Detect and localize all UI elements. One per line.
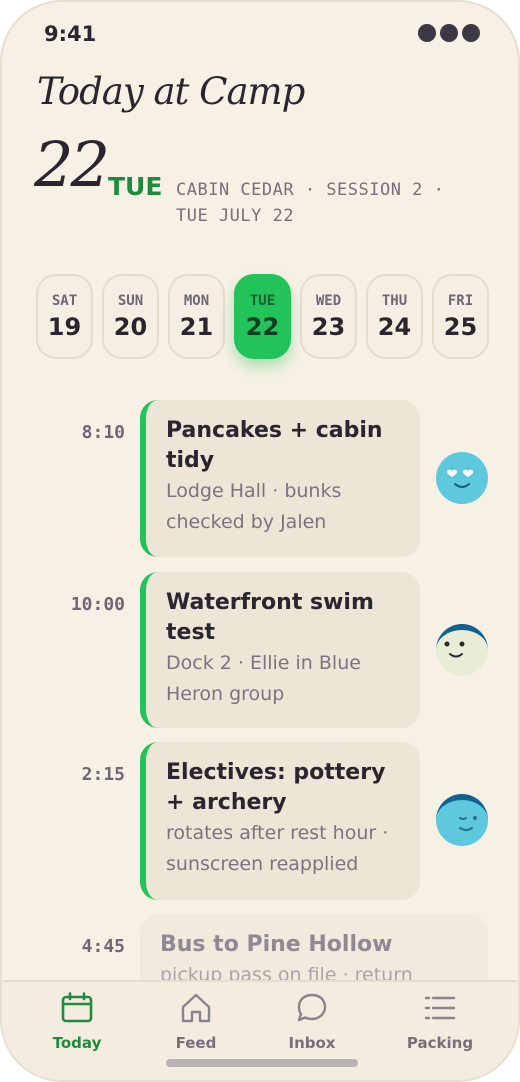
event-title: Pancakes + cabin tidy — [166, 418, 383, 473]
event-detail: Lodge Hall · bunks checked by Jalen — [166, 480, 342, 533]
smiling-face-with-hat-icon[interactable] — [436, 624, 488, 676]
day-number: 22 — [245, 312, 280, 341]
day-pill-tue-selected[interactable]: TUE 22 — [234, 274, 291, 359]
chat-bubble-icon — [297, 993, 327, 1022]
home-indicator[interactable] — [166, 1059, 358, 1067]
tab-label: Feed — [175, 1034, 217, 1052]
event-card-swim-test[interactable]: Waterfront swim test Dock 2 · Ellie in B… — [140, 572, 420, 728]
event-title: Electives: pottery + archery — [166, 760, 386, 815]
day-pill-sun[interactable]: SUN 20 — [102, 274, 159, 359]
tab-inbox[interactable]: Inbox — [262, 992, 362, 1052]
event-time: 10:00 — [70, 594, 125, 615]
day-name: FRI — [447, 292, 474, 309]
tab-label: Packing — [406, 1034, 474, 1052]
event-card-electives[interactable]: Electives: pottery + archery rotates aft… — [140, 742, 420, 900]
event-time: 4:45 — [81, 936, 125, 957]
list-icon — [424, 996, 456, 1020]
tab-label: Inbox — [288, 1034, 336, 1052]
cabin-session-info: CABIN CEDAR · SESSION 2 · TUE JULY 22 — [176, 180, 445, 226]
phone-screen: 9:41 Today at Camp 22 TUE CABIN CEDAR · … — [0, 0, 520, 1082]
tab-packing[interactable]: Packing — [390, 992, 490, 1052]
day-pill-thu[interactable]: THU 24 — [366, 274, 423, 359]
day-pill-fri[interactable]: FRI 25 — [432, 274, 489, 359]
heart-eyes-face-icon[interactable] — [436, 452, 488, 504]
day-name: TUE — [249, 292, 276, 309]
event-detail: Dock 2 · Ellie in Blue Heron group — [166, 652, 361, 705]
home-icon — [181, 993, 211, 1023]
calendar-icon — [61, 992, 93, 1023]
tab-today[interactable]: Today — [27, 992, 127, 1052]
status-dot — [462, 24, 480, 42]
day-name: SUN — [117, 292, 144, 309]
day-number: 25 — [443, 312, 478, 341]
day-pill-mon[interactable]: MON 21 — [168, 274, 225, 359]
day-number: 24 — [377, 312, 412, 341]
day-name: WED — [315, 292, 342, 309]
event-card-breakfast[interactable]: Pancakes + cabin tidy Lodge Hall · bunks… — [140, 400, 420, 557]
status-indicators — [418, 24, 480, 42]
tab-label: Today — [52, 1034, 102, 1052]
event-detail: rotates after rest hour · sunscreen reap… — [166, 822, 389, 875]
week-strip: SAT 19 SUN 20 MON 21 TUE 22 WED 23 THU 2… — [36, 274, 489, 359]
tab-feed[interactable]: Feed — [146, 992, 246, 1052]
day-pill-sat[interactable]: SAT 19 — [36, 274, 93, 359]
day-name: THU — [381, 292, 408, 309]
day-of-week: TUE — [108, 172, 163, 201]
day-name: MON — [183, 292, 210, 309]
status-dot — [440, 24, 458, 42]
day-number: 22 — [34, 128, 110, 201]
page-title: Today at Camp — [37, 70, 305, 113]
winking-face-with-hat-icon[interactable] — [436, 794, 488, 846]
event-time: 8:10 — [81, 422, 125, 443]
status-time: 9:41 — [44, 22, 97, 46]
status-dot — [418, 24, 436, 42]
event-title: Waterfront swim test — [166, 590, 374, 645]
event-title: Bus to Pine Hollow — [160, 932, 393, 957]
day-number: 21 — [179, 312, 214, 341]
day-name: SAT — [51, 292, 78, 309]
event-time: 2:15 — [81, 764, 125, 785]
day-number: 19 — [47, 312, 82, 341]
day-pill-wed[interactable]: WED 23 — [300, 274, 357, 359]
day-number: 20 — [113, 312, 148, 341]
day-number: 23 — [311, 312, 346, 341]
